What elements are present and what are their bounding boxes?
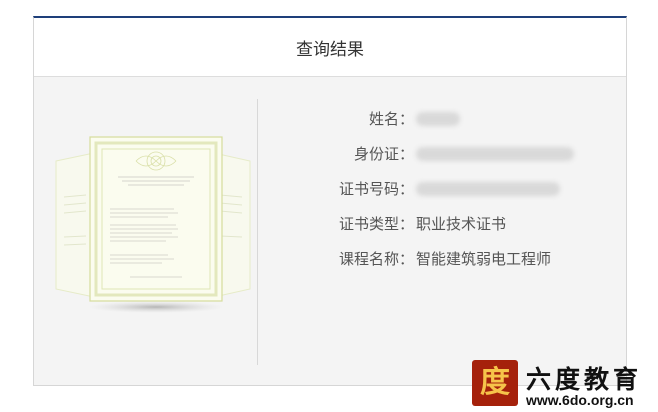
course-name-value: 智能建筑弱电工程师 <box>416 250 552 268</box>
cert-number-label: 证书号码： <box>338 180 414 198</box>
row-id-card: 身份证： <box>270 136 620 171</box>
logo-char: 度 <box>480 365 510 400</box>
logo-url: www.6do.org.cn <box>526 392 634 408</box>
id-card-value-redacted <box>416 145 574 163</box>
id-card-label: 身份证： <box>353 145 414 163</box>
result-info: 姓名： 身份证： 证书号码： 证书类型： 职业技术证书 课程名称： 智能建筑弱电… <box>270 101 620 276</box>
logo-mark: 度 <box>472 360 518 406</box>
course-name-label: 课程名称： <box>338 250 414 268</box>
row-cert-type: 证书类型： 职业技术证书 <box>270 206 620 241</box>
vertical-divider <box>257 99 258 365</box>
row-course-name: 课程名称： 智能建筑弱电工程师 <box>270 241 620 276</box>
watermark-logo: 度 六度教育 www.6do.org.cn <box>472 360 658 412</box>
panel-header: 查询结果 <box>34 18 626 77</box>
cert-number-value-redacted <box>416 180 560 198</box>
name-value-redacted <box>416 110 460 128</box>
logo-name: 六度教育 <box>526 365 643 394</box>
row-name: 姓名： <box>270 101 620 136</box>
name-label: 姓名： <box>368 110 414 128</box>
cert-type-label: 证书类型： <box>338 215 414 233</box>
certificate-icon <box>55 136 251 313</box>
certificate-illustration <box>50 77 256 387</box>
panel-body: 姓名： 身份证： 证书号码： 证书类型： 职业技术证书 课程名称： 智能建筑弱电… <box>34 77 626 387</box>
page-title: 查询结果 <box>296 39 364 60</box>
cert-type-value: 职业技术证书 <box>416 215 507 233</box>
query-result-panel: 查询结果 姓名： 身份证： 证书号码： 证书类型： 职业技术证书 课程名称： 智… <box>33 16 627 386</box>
row-cert-number: 证书号码： <box>270 171 620 206</box>
